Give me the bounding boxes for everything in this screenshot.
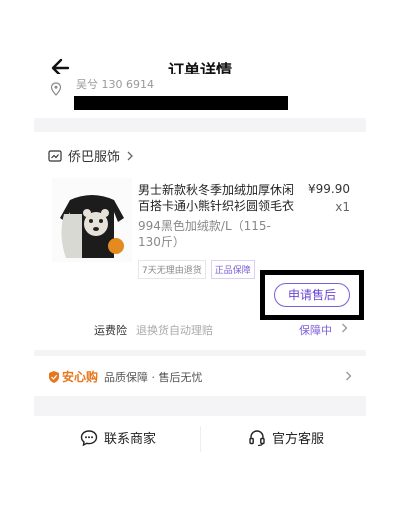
store-name: 侨巴服饰 [68,150,121,165]
freight-insurance-label: 运费险 [94,324,127,337]
store-link[interactable]: 侨巴服饰 [48,146,134,165]
chat-bubble-icon [80,429,98,446]
recipient-line: 吴兮 130 6914 [76,78,154,91]
product-spec: 994黑色加绒款/L（115-130斤） [138,219,271,249]
shipping-address[interactable]: 吴兮 130 6914 [34,74,366,118]
bottom-action-bar: 联系商家 官方客服 [34,416,366,464]
freight-insurance-status[interactable]: 保障中 [299,322,332,338]
chevron-right-icon[interactable] [341,323,348,333]
store-icon [48,149,62,162]
headset-icon [249,429,265,446]
product-price: ¥99.90 [308,182,350,196]
order-item-card: 侨巴服饰 男士新款秋冬季加绒加厚休闲百搭卡通小熊针织衫圆领毛衣 ¥99.90 x… [34,132,366,350]
chevron-right-icon[interactable] [345,371,352,381]
service-tags: 7天无理由退货 正品保障 [138,260,260,279]
location-pin-icon [50,82,62,96]
section-divider [34,118,366,132]
assurance-logo: 安心购 [48,368,98,385]
assurance-text: 品质保障 · 售后无忧 [104,371,203,384]
section-divider [34,396,366,416]
contact-merchant-label: 联系商家 [104,432,157,447]
shield-icon [49,370,59,383]
assurance-brand: 安心购 [62,370,99,384]
freight-insurance-desc: 退换货自动理赔 [136,324,213,337]
chevron-right-icon [127,151,133,160]
official-service-label: 官方客服 [272,432,325,447]
return-policy-tag: 7天无理由退货 [138,260,206,279]
product-title[interactable]: 男士新款秋冬季加绒加厚休闲百搭卡通小熊针织衫圆领毛衣 [138,182,304,214]
authentic-guarantee-tag: 正品保障 [210,260,255,279]
official-service-button[interactable]: 官方客服 [248,428,324,447]
product-quantity: x1 [335,200,350,214]
product-thumbnail[interactable] [52,178,132,262]
contact-merchant-button[interactable]: 联系商家 [80,428,156,447]
apply-after-sale-button[interactable]: 申请售后 [274,283,350,307]
redaction-bar [74,96,288,110]
footer-divider [200,426,201,452]
assurance-row[interactable]: 安心购 品质保障 · 售后无忧 [34,356,366,396]
